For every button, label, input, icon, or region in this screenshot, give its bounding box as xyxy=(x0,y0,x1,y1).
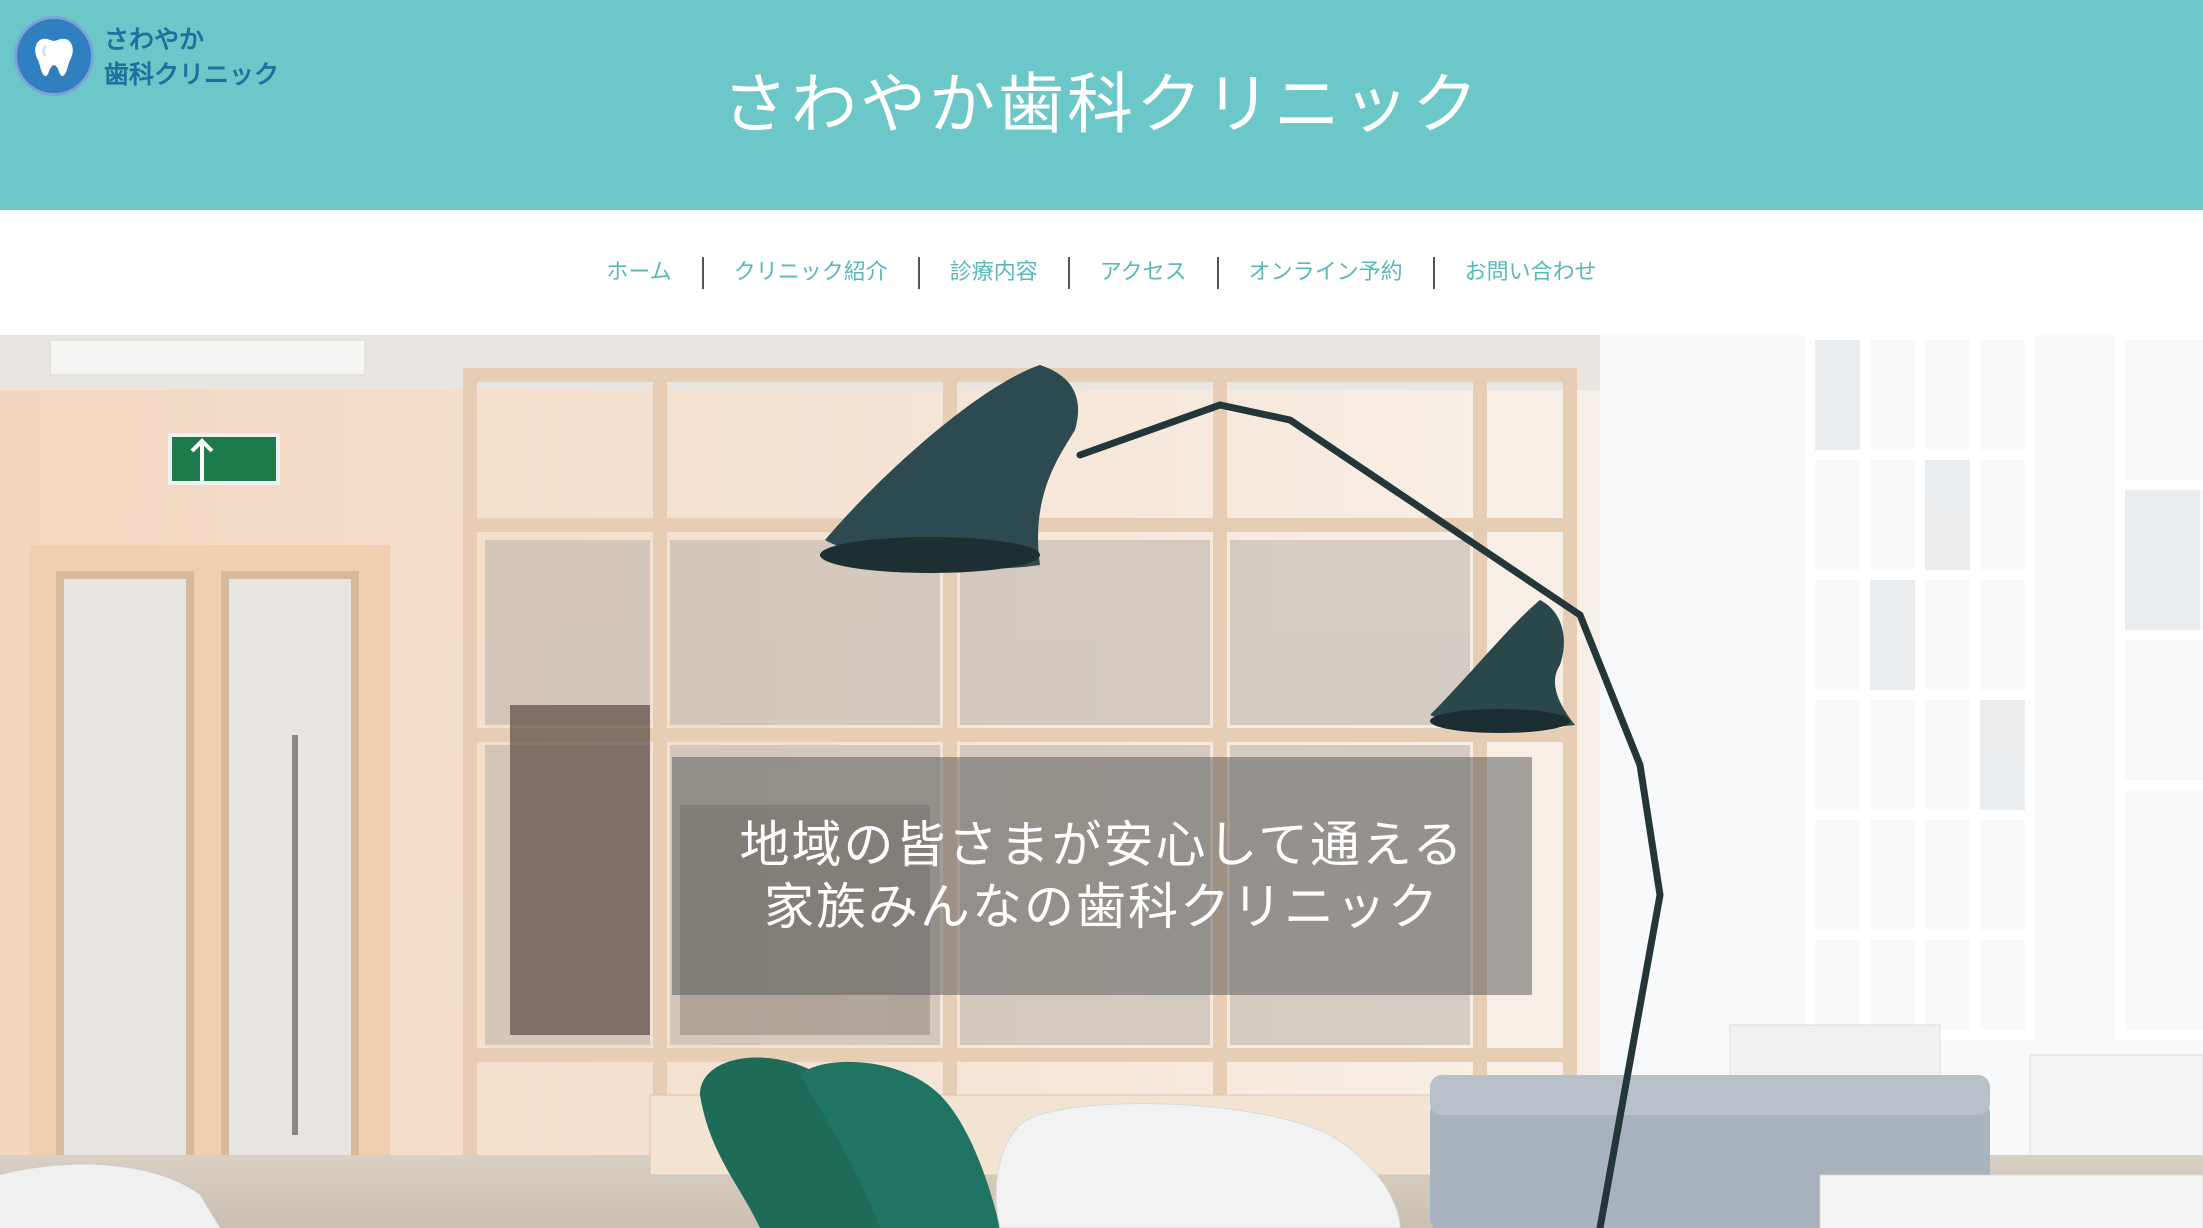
page-title: さわやか歯科クリニック xyxy=(722,66,1481,143)
nav-access[interactable]: アクセス xyxy=(1067,256,1217,289)
hero-caption: 地域の皆さまが安心して通える 家族みんなの歯科クリニック xyxy=(672,757,1532,995)
nav-online-reservation[interactable]: オンライン予約 xyxy=(1216,256,1433,289)
nav-home[interactable]: ホーム xyxy=(576,257,701,289)
hero-tagline-line-2: 家族みんなの歯科クリニック xyxy=(764,878,1440,936)
nav-clinic-intro[interactable]: クリニック紹介 xyxy=(701,256,918,289)
site-header: さわやか 歯科クリニック さわやか歯科クリニック xyxy=(0,0,2203,210)
hero-section: 地域の皆さまが安心して通える 家族みんなの歯科クリニック xyxy=(0,335,2203,1228)
nav-services[interactable]: 診療内容 xyxy=(917,256,1068,289)
hero-tagline-line-1: 地域の皆さまが安心して通える xyxy=(739,816,1465,874)
main-navigation: ホーム クリニック紹介 診療内容 アクセス オンライン予約 お問い合わせ xyxy=(0,210,2203,335)
nav-contact[interactable]: お問い合わせ xyxy=(1432,256,1627,289)
